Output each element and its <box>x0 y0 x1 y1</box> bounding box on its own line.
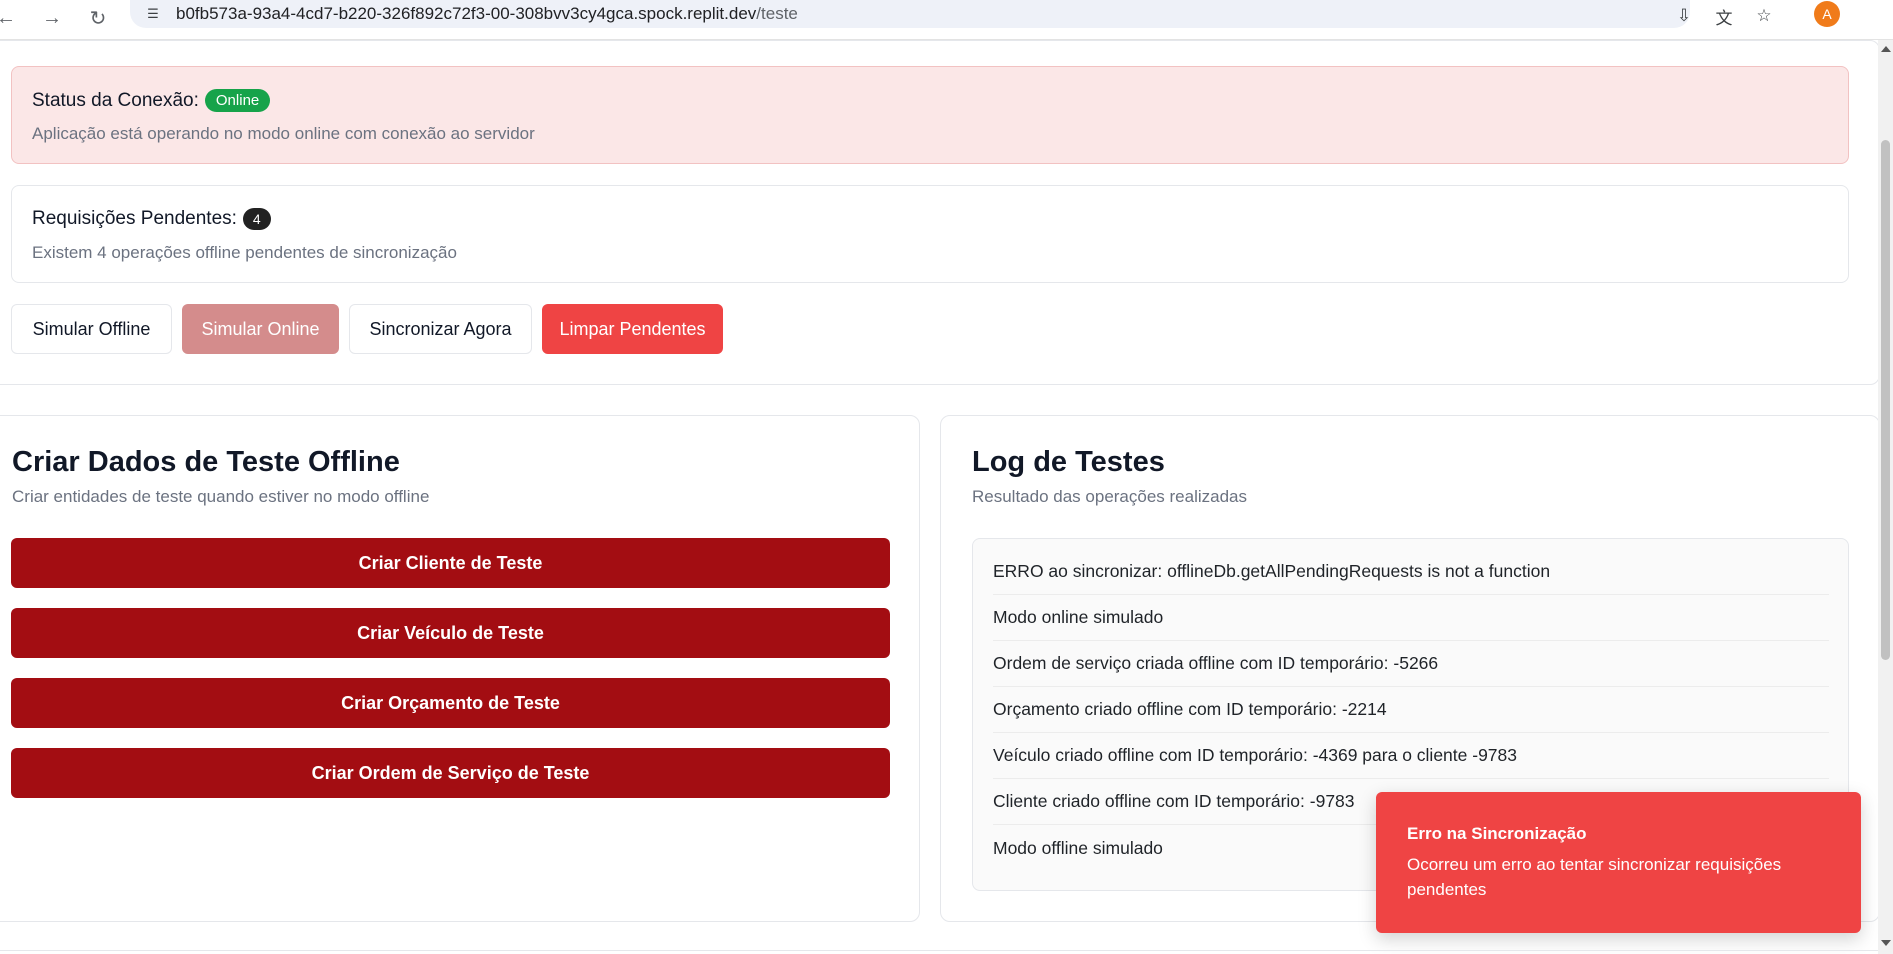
log-entry: Orçamento criado offline com ID temporár… <box>993 687 1829 733</box>
toast-description: Ocorreu um erro ao tentar sincronizar re… <box>1407 855 1782 899</box>
pending-title-row: Requisições Pendentes: 4 <box>32 208 271 230</box>
create-budget-button[interactable]: Criar Orçamento de Teste <box>11 678 890 728</box>
log-entry: Modo online simulado <box>993 595 1829 641</box>
translate-icon[interactable]: 文 <box>1710 2 1738 30</box>
status-title: Status da Conexão: <box>32 89 199 111</box>
create-card-subtitle: Criar entidades de teste quando estiver … <box>12 487 430 506</box>
status-title-row: Status da Conexão: Online <box>32 89 271 112</box>
log-entry: Veículo criado offline com ID temporário… <box>993 733 1829 779</box>
forward-icon[interactable]: → <box>38 4 66 32</box>
status-alert: Status da Conexão: Online Aplicação está… <box>11 66 1849 164</box>
log-card-title: Log de Testes <box>972 446 1165 478</box>
clear-pending-button[interactable]: Limpar Pendentes <box>542 304 723 354</box>
simulate-online-button[interactable]: Simular Online <box>182 304 339 354</box>
scroll-thumb[interactable] <box>1881 140 1890 660</box>
create-client-button[interactable]: Criar Cliente de Teste <box>11 538 890 588</box>
log-card-subtitle: Resultado das operações realizadas <box>972 487 1248 506</box>
sync-error-toast[interactable]: Erro na Sincronização Ocorreu um erro ao… <box>1376 792 1861 933</box>
status-badge: Online <box>204 89 271 112</box>
scroll-down-icon[interactable] <box>1881 940 1891 946</box>
page-scrollbar[interactable] <box>1878 40 1893 954</box>
star-icon[interactable]: ☆ <box>1750 2 1778 30</box>
sync-now-button[interactable]: Sincronizar Agora <box>349 304 532 354</box>
scroll-up-icon[interactable] <box>1881 46 1891 52</box>
reload-icon[interactable]: ↻ <box>84 4 112 32</box>
create-test-data-card: Criar Dados de Teste Offline Criar entid… <box>0 415 920 922</box>
install-icon[interactable]: ⇩ <box>1670 2 1698 30</box>
toast-title: Erro na Sincronização <box>1407 824 1587 843</box>
url-path: /teste <box>756 4 798 23</box>
create-vehicle-button[interactable]: Criar Veículo de Teste <box>11 608 890 658</box>
pending-description: Existem 4 operações offline pendentes de… <box>32 243 457 262</box>
back-icon[interactable]: ← <box>0 4 20 32</box>
simulate-offline-button[interactable]: Simular Offline <box>11 304 172 354</box>
pending-count-badge: 4 <box>242 208 271 230</box>
create-service-order-button[interactable]: Criar Ordem de Serviço de Teste <box>11 748 890 798</box>
pending-alert: Requisições Pendentes: 4 Existem 4 opera… <box>11 185 1849 283</box>
divider <box>0 950 1878 951</box>
address-bar[interactable]: ☰ b0fb573a-93a4-4cd7-b220-326f892c72f3-0… <box>130 0 1690 28</box>
status-description: Aplicação está operando no modo online c… <box>32 124 535 143</box>
log-entry: ERRO ao sincronizar: offlineDb.getAllPen… <box>993 549 1829 595</box>
avatar[interactable]: A <box>1814 1 1840 27</box>
log-entry: Ordem de serviço criada offline com ID t… <box>993 641 1829 687</box>
browser-toolbar: ← → ↻ ☰ b0fb573a-93a4-4cd7-b220-326f892c… <box>0 0 1893 40</box>
site-settings-icon[interactable]: ☰ <box>144 5 162 23</box>
create-card-title: Criar Dados de Teste Offline <box>12 446 400 478</box>
url-host: b0fb573a-93a4-4cd7-b220-326f892c72f3-00-… <box>176 4 757 23</box>
pending-title: Requisições Pendentes: <box>32 208 237 229</box>
